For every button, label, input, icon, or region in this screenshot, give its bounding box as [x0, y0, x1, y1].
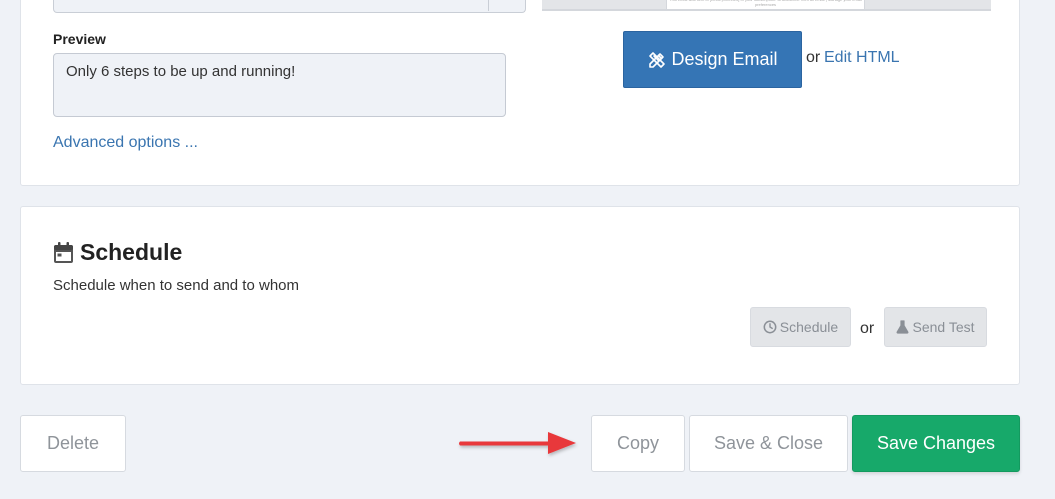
red-arrow-icon: [456, 426, 580, 460]
send-test-button[interactable]: Send Test: [884, 307, 987, 347]
subject-input-divider: [488, 0, 489, 11]
edit-html-link[interactable]: Edit HTML: [824, 49, 900, 67]
calendar-icon: [53, 241, 74, 264]
email-thumbnail: This email was sent to [email protected]…: [542, 0, 991, 11]
schedule-heading: Schedule: [53, 239, 182, 266]
schedule-button[interactable]: Schedule: [750, 307, 851, 347]
or-text: or: [806, 49, 821, 66]
design-email-button[interactable]: Design Email: [623, 31, 802, 88]
subject-input[interactable]: [53, 0, 526, 13]
save-changes-button[interactable]: Save Changes: [852, 415, 1020, 472]
design-email-label: Design Email: [671, 49, 778, 69]
copy-button[interactable]: Copy: [591, 415, 685, 472]
schedule-description: Schedule when to send and to whom: [53, 277, 299, 294]
delete-button[interactable]: Delete: [20, 415, 126, 472]
email-thumbnail-page: This email was sent to [email protected]…: [666, 0, 865, 9]
clock-icon: [763, 320, 777, 334]
preview-label: Preview: [53, 31, 106, 47]
advanced-options-link[interactable]: Advanced options ...: [53, 134, 198, 152]
flask-icon: [896, 320, 909, 334]
save-close-button[interactable]: Save & Close: [689, 415, 848, 472]
preview-textarea[interactable]: Only 6 steps to be up and running!: [53, 53, 506, 117]
schedule-title: Schedule: [80, 239, 183, 265]
schedule-button-label: Schedule: [779, 319, 839, 335]
pencil-ruler-icon: [647, 50, 667, 70]
schedule-or-text: or: [860, 320, 875, 337]
email-content-card: This email was sent to [email protected]…: [20, 0, 1020, 186]
schedule-card: Schedule Schedule when to send and to wh…: [20, 206, 1020, 385]
send-test-button-label: Send Test: [912, 319, 975, 335]
